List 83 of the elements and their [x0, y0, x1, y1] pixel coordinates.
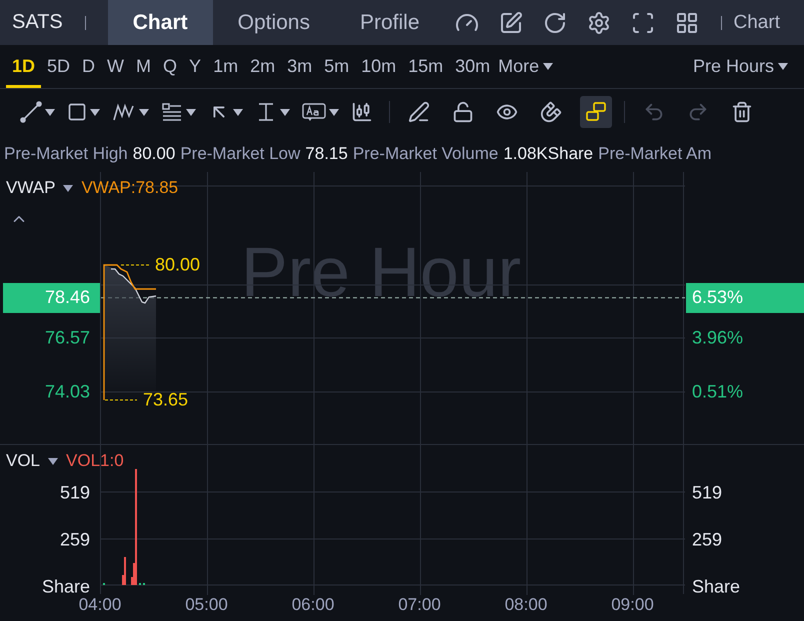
- price-label: 74.03: [44, 381, 90, 402]
- caret-icon: [63, 184, 74, 192]
- time-label: 04:00: [78, 595, 122, 615]
- price-label: 76.57: [44, 327, 90, 348]
- trash-icon: [731, 101, 753, 123]
- fullscreen-icon[interactable]: [630, 10, 655, 34]
- high-leader-line: [120, 264, 152, 266]
- caret-icon: [139, 108, 149, 116]
- period-tab[interactable]: W: [101, 45, 130, 88]
- unlock-icon: [452, 101, 474, 123]
- lines-icon: [161, 101, 183, 123]
- high-price-label: 80.00: [155, 254, 200, 276]
- period-tab[interactable]: 5m: [318, 45, 356, 88]
- volume-label: Share: [42, 576, 90, 598]
- caret-icon: [45, 108, 55, 116]
- volume-label: 259: [60, 530, 90, 550]
- current-change-badge: 6.53%: [686, 282, 804, 313]
- caret-icon: [778, 63, 788, 70]
- refresh-icon[interactable]: [542, 10, 567, 34]
- caret-icon: [186, 108, 196, 116]
- stat-label: Pre-Market High: [4, 144, 128, 164]
- magnet-icon: [540, 101, 562, 123]
- caret-icon: [543, 63, 554, 70]
- indicator-value: VOL1:0: [66, 451, 124, 471]
- zigzag-icon: [112, 101, 136, 123]
- percent-label: 0.51%: [692, 381, 744, 402]
- line-icon: [20, 101, 42, 123]
- indicator-name[interactable]: VOL: [6, 451, 40, 471]
- current-price-badge: 78.46: [3, 282, 100, 313]
- period-tab[interactable]: Y: [183, 45, 208, 88]
- stat-value: 80.00: [132, 144, 176, 164]
- pen-icon: [408, 101, 430, 123]
- period-tab[interactable]: 5D: [41, 45, 76, 88]
- caret-icon: [90, 108, 100, 116]
- stat-value: 1.08KShare: [503, 144, 594, 164]
- rectangle-icon: [67, 102, 87, 122]
- nav-tab[interactable]: Options: [212, 0, 335, 45]
- period-tab[interactable]: 10m: [355, 45, 402, 88]
- low-price-label: 73.65: [143, 390, 188, 410]
- period-tab[interactable]: 1D: [6, 45, 42, 88]
- redo-icon: [687, 101, 709, 123]
- volume-label: Share: [692, 576, 740, 598]
- period-tab[interactable]: Q: [157, 45, 184, 88]
- period-tab[interactable]: D: [76, 45, 102, 88]
- stat-label: Pre-Market Low: [180, 144, 300, 164]
- period-tab[interactable]: 2m: [244, 45, 282, 88]
- nav-tab[interactable]: Profile: [334, 0, 445, 45]
- period-tab[interactable]: 3m: [281, 45, 318, 88]
- more-dropdown[interactable]: More: [496, 45, 556, 88]
- ticker-symbol: SATS: [12, 11, 63, 34]
- percent-label: 3.96%: [692, 327, 744, 348]
- period-tab[interactable]: 1m: [207, 45, 244, 88]
- edit-icon[interactable]: [498, 10, 523, 34]
- caret-icon: [280, 108, 290, 116]
- time-label: 09:00: [611, 595, 654, 615]
- caret-icon: [329, 108, 339, 116]
- time-label: 08:00: [504, 595, 548, 615]
- session-dropdown[interactable]: Pre Hours: [690, 45, 790, 88]
- time-label: 05:00: [185, 595, 228, 615]
- volume-label: 519: [692, 482, 722, 504]
- volume-label: 259: [692, 530, 722, 550]
- undo-icon: [643, 101, 665, 123]
- time-label: 07:00: [398, 595, 441, 615]
- settings-icon[interactable]: [586, 10, 611, 34]
- stat-label: Pre-Market Am: [598, 144, 712, 164]
- caret-icon: [48, 458, 58, 464]
- chart-link[interactable]: Chart: [734, 12, 780, 34]
- stat-label: Pre-Market Volume: [352, 144, 498, 164]
- period-tab[interactable]: 30m: [449, 45, 496, 88]
- sync-tool[interactable]: [580, 96, 612, 128]
- stat-value: 78.15: [305, 144, 348, 164]
- grid-icon[interactable]: [674, 10, 699, 34]
- time-label: 06:00: [292, 595, 334, 615]
- volume-label: 519: [60, 482, 90, 504]
- indicator-name[interactable]: VWAP: [6, 178, 56, 198]
- period-tab[interactable]: 15m: [402, 45, 450, 88]
- linked-squares-icon: [584, 100, 608, 124]
- candlestick-icon: [351, 101, 373, 123]
- caret-icon: [233, 108, 243, 116]
- indicator-value: VWAP:78.85: [81, 178, 178, 198]
- text-box-icon: [302, 101, 326, 123]
- nav-tab[interactable]: Chart: [108, 0, 213, 45]
- period-tab[interactable]: M: [130, 45, 158, 88]
